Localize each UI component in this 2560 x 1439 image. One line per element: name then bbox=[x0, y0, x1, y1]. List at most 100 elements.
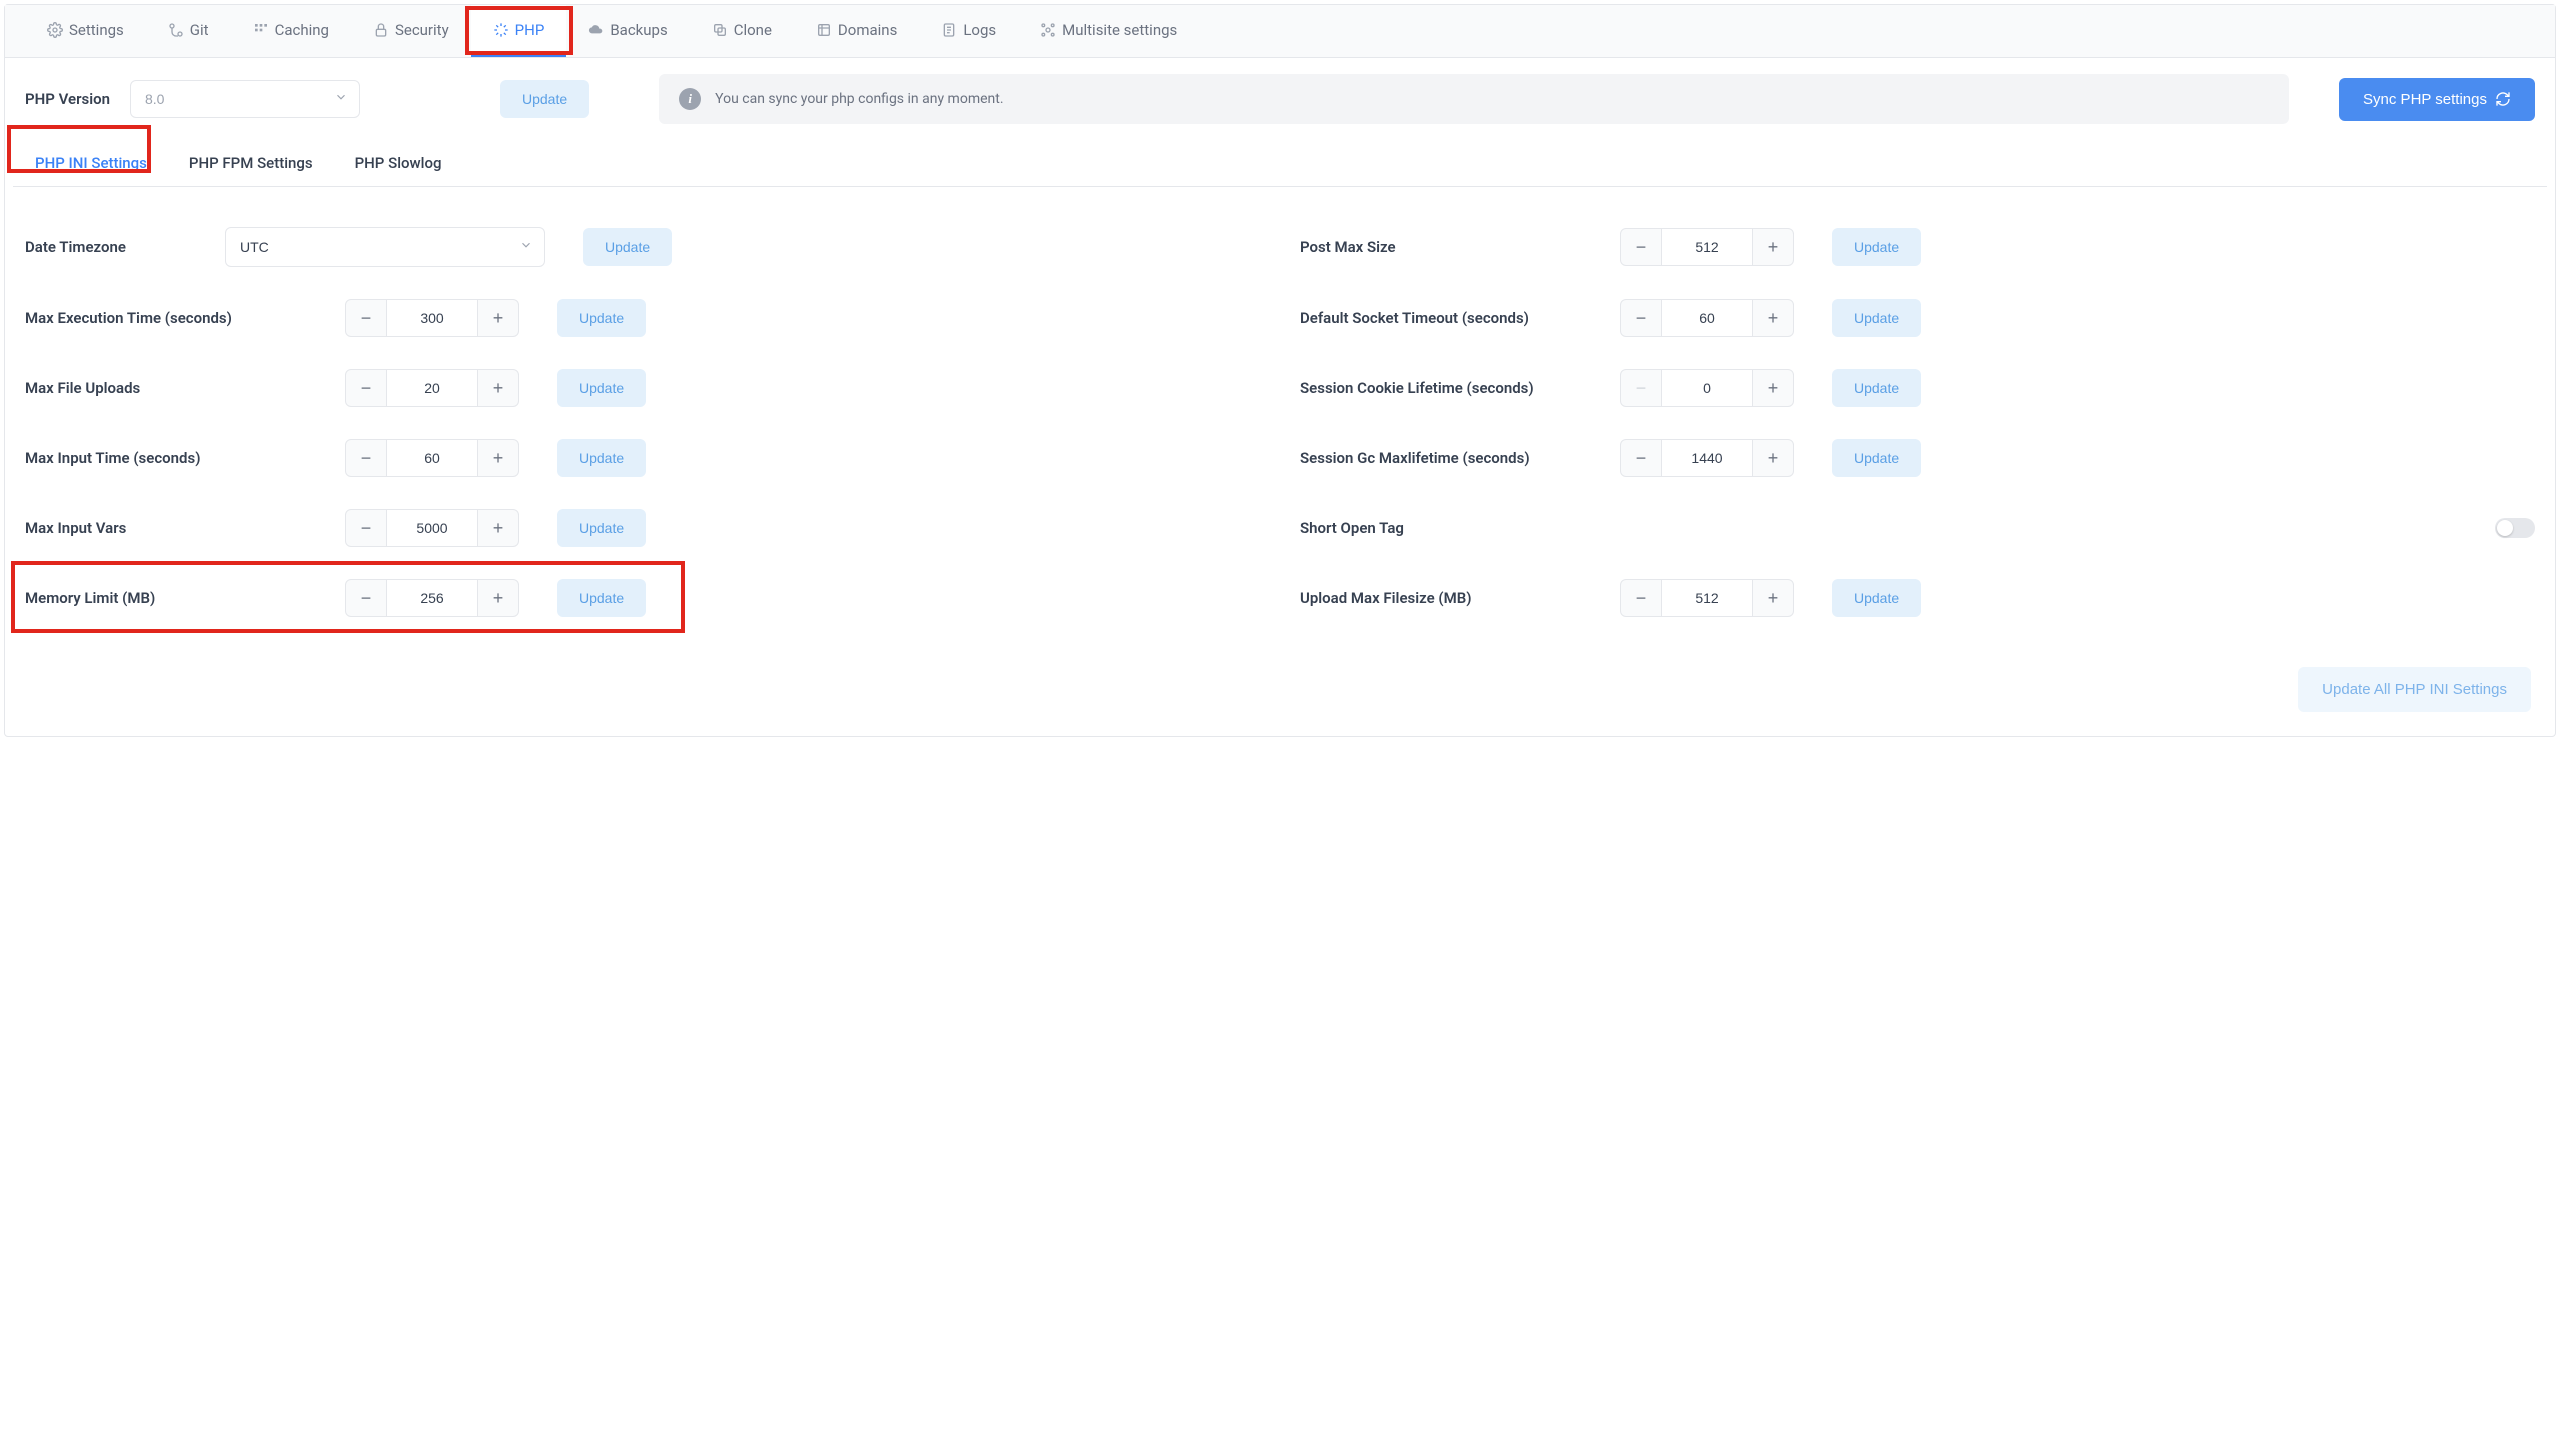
nav-backups-label: Backups bbox=[610, 21, 667, 39]
nav-php-label: PHP bbox=[515, 21, 545, 39]
nav-settings[interactable]: Settings bbox=[25, 5, 146, 57]
row-upload-max: Upload Max Filesize (MB) − + Update bbox=[1300, 579, 2535, 617]
app-container: Settings Git Caching Security PHP bbox=[4, 4, 2556, 737]
lock-icon bbox=[373, 22, 389, 38]
update-max-exec-button[interactable]: Update bbox=[557, 299, 646, 337]
label-default-socket: Default Socket Timeout (seconds) bbox=[1300, 309, 1600, 327]
label-upload-max: Upload Max Filesize (MB) bbox=[1300, 589, 1600, 607]
plus-button[interactable]: + bbox=[477, 439, 519, 477]
input-post-max-size[interactable] bbox=[1662, 228, 1752, 266]
row-max-input-vars: Max Input Vars − + Update bbox=[25, 509, 1260, 547]
domain-icon bbox=[816, 22, 832, 38]
subtab-slowlog[interactable]: PHP Slowlog bbox=[349, 140, 448, 186]
update-all-button[interactable]: Update All PHP INI Settings bbox=[2298, 667, 2531, 712]
plus-button[interactable]: + bbox=[1752, 228, 1794, 266]
input-session-cookie[interactable] bbox=[1662, 369, 1752, 407]
plus-button[interactable]: + bbox=[1752, 369, 1794, 407]
input-session-gc[interactable] bbox=[1662, 439, 1752, 477]
toggle-short-open-tag[interactable] bbox=[2495, 518, 2535, 538]
plus-button[interactable]: + bbox=[477, 579, 519, 617]
nav-git[interactable]: Git bbox=[146, 5, 231, 57]
php-version-select[interactable]: 8.0 bbox=[130, 80, 360, 118]
nav-caching-label: Caching bbox=[275, 21, 329, 39]
input-max-file-uploads[interactable] bbox=[387, 369, 477, 407]
label-post-max-size: Post Max Size bbox=[1300, 238, 1600, 256]
nav-clone-label: Clone bbox=[734, 21, 772, 39]
nav-multisite-label: Multisite settings bbox=[1062, 21, 1177, 39]
footer-row: Update All PHP INI Settings bbox=[5, 637, 2555, 736]
update-max-input-time-button[interactable]: Update bbox=[557, 439, 646, 477]
subtab-ini[interactable]: PHP INI Settings bbox=[29, 140, 153, 186]
sync-php-button[interactable]: Sync PHP settings bbox=[2339, 78, 2535, 121]
row-post-max-size: Post Max Size − + Update bbox=[1300, 227, 2535, 267]
minus-button[interactable]: − bbox=[1620, 579, 1662, 617]
minus-button[interactable]: − bbox=[1620, 439, 1662, 477]
subtabs: PHP INI Settings PHP FPM Settings PHP Sl… bbox=[13, 140, 2547, 187]
input-upload-max[interactable] bbox=[1662, 579, 1752, 617]
nav-domains[interactable]: Domains bbox=[794, 5, 919, 57]
stepper-session-cookie: − + bbox=[1620, 369, 1794, 407]
date-timezone-select-wrap: UTC bbox=[225, 227, 545, 267]
nav-security-label: Security bbox=[395, 21, 449, 39]
input-max-input-vars[interactable] bbox=[387, 509, 477, 547]
plus-button[interactable]: + bbox=[1752, 579, 1794, 617]
label-max-file-uploads: Max File Uploads bbox=[25, 379, 325, 397]
plus-button[interactable]: + bbox=[477, 299, 519, 337]
php-version-update-button[interactable]: Update bbox=[500, 80, 589, 118]
label-session-gc: Session Gc Maxlifetime (seconds) bbox=[1300, 449, 1600, 467]
update-post-max-size-button[interactable]: Update bbox=[1832, 228, 1921, 266]
date-timezone-select[interactable]: UTC bbox=[225, 227, 545, 267]
minus-button[interactable]: − bbox=[345, 369, 387, 407]
git-icon bbox=[168, 22, 184, 38]
stepper-post-max-size: − + bbox=[1620, 228, 1794, 266]
minus-button[interactable]: − bbox=[345, 509, 387, 547]
nav-backups[interactable]: Backups bbox=[566, 5, 689, 57]
nav-git-label: Git bbox=[190, 21, 209, 39]
update-date-timezone-button[interactable]: Update bbox=[583, 228, 672, 266]
update-max-file-uploads-button[interactable]: Update bbox=[557, 369, 646, 407]
plus-button[interactable]: + bbox=[1752, 299, 1794, 337]
update-default-socket-button[interactable]: Update bbox=[1832, 299, 1921, 337]
php-icon bbox=[493, 22, 509, 38]
label-max-exec: Max Execution Time (seconds) bbox=[25, 309, 325, 327]
nav-logs[interactable]: Logs bbox=[919, 5, 1018, 57]
row-session-cookie: Session Cookie Lifetime (seconds) − + Up… bbox=[1300, 369, 2535, 407]
sync-info-text: You can sync your php configs in any mom… bbox=[715, 91, 1003, 107]
plus-button[interactable]: + bbox=[1752, 439, 1794, 477]
minus-button[interactable]: − bbox=[345, 579, 387, 617]
plus-button[interactable]: + bbox=[477, 369, 519, 407]
update-max-input-vars-button[interactable]: Update bbox=[557, 509, 646, 547]
nav-security[interactable]: Security bbox=[351, 5, 471, 57]
php-version-row: PHP Version 8.0 Update i You can sync yo… bbox=[5, 58, 2555, 140]
copy-icon bbox=[712, 22, 728, 38]
logs-icon bbox=[941, 22, 957, 38]
subtab-fpm[interactable]: PHP FPM Settings bbox=[183, 140, 319, 186]
update-memory-limit-button[interactable]: Update bbox=[557, 579, 646, 617]
sync-icon bbox=[2495, 91, 2511, 107]
nav-clone[interactable]: Clone bbox=[690, 5, 794, 57]
row-session-gc: Session Gc Maxlifetime (seconds) − + Upd… bbox=[1300, 439, 2535, 477]
input-max-exec[interactable] bbox=[387, 299, 477, 337]
stepper-max-input-vars: − + bbox=[345, 509, 519, 547]
input-default-socket[interactable] bbox=[1662, 299, 1752, 337]
nav-multisite[interactable]: Multisite settings bbox=[1018, 5, 1199, 57]
plus-button[interactable]: + bbox=[477, 509, 519, 547]
nav-php[interactable]: PHP bbox=[471, 5, 567, 57]
input-memory-limit[interactable] bbox=[387, 579, 477, 617]
update-session-cookie-button[interactable]: Update bbox=[1832, 369, 1921, 407]
minus-button[interactable]: − bbox=[1620, 299, 1662, 337]
row-memory-limit: Memory Limit (MB) − + Update bbox=[25, 579, 1260, 617]
nav-settings-label: Settings bbox=[69, 21, 124, 39]
minus-button[interactable]: − bbox=[1620, 228, 1662, 266]
minus-button[interactable]: − bbox=[345, 299, 387, 337]
input-max-input-time[interactable] bbox=[387, 439, 477, 477]
settings-grid: Date Timezone UTC Update Post Max Size −… bbox=[5, 187, 2555, 637]
update-upload-max-button[interactable]: Update bbox=[1832, 579, 1921, 617]
label-memory-limit: Memory Limit (MB) bbox=[25, 589, 325, 607]
nav-caching[interactable]: Caching bbox=[231, 5, 351, 57]
minus-button[interactable]: − bbox=[345, 439, 387, 477]
stepper-upload-max: − + bbox=[1620, 579, 1794, 617]
update-session-gc-button[interactable]: Update bbox=[1832, 439, 1921, 477]
sync-button-label: Sync PHP settings bbox=[2363, 91, 2487, 108]
label-max-input-time: Max Input Time (seconds) bbox=[25, 449, 325, 467]
